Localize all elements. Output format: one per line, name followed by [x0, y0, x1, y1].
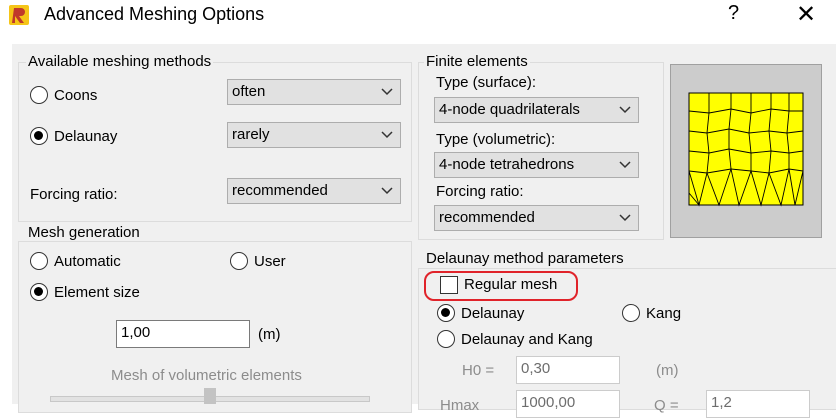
delaunay-params-legend: Delaunay method parameters [424, 250, 626, 267]
q-label: Q = [654, 397, 679, 414]
surface-type-select[interactable]: 4-node quadrilaterals [434, 97, 639, 123]
automatic-radio[interactable] [30, 252, 48, 270]
volumetric-type-value: 4-node tetrahedrons [439, 156, 575, 173]
help-button[interactable]: ? [728, 2, 739, 25]
q-input[interactable]: 1,2 [706, 390, 810, 418]
dp-delaunay-radio[interactable] [437, 304, 455, 322]
kang-label: Kang [646, 305, 682, 322]
fe-forcing-ratio-select[interactable]: recommended [434, 205, 639, 231]
delaunay-label: Delaunay [54, 128, 118, 145]
delaunay-frequency-value: rarely [232, 126, 270, 143]
delaunay-frequency-select[interactable]: rarely [227, 122, 401, 148]
h0-input[interactable]: 0,30 [516, 356, 620, 384]
coons-label: Coons [54, 87, 98, 104]
mesh-generation-legend: Mesh generation [26, 224, 142, 241]
close-button[interactable]: ✕ [796, 0, 816, 29]
forcing-ratio-value: recommended [232, 182, 328, 199]
element-size-label: Element size [54, 284, 140, 301]
surface-type-label: Type (surface): [436, 74, 537, 91]
volumetric-mesh-label: Mesh of volumetric elements [111, 367, 302, 384]
coons-frequency-select[interactable]: often [227, 79, 401, 105]
coons-frequency-value: often [232, 83, 266, 100]
element-size-unit: (m) [258, 326, 281, 343]
hmax-label: Hmax [440, 397, 480, 414]
coons-radio[interactable] [30, 86, 48, 104]
element-size-input[interactable]: 1,00 [116, 320, 250, 348]
h0-label: H0 = [462, 362, 495, 379]
slider-thumb[interactable] [204, 388, 216, 404]
delaunay-radio[interactable] [30, 127, 48, 145]
delaunay-and-kang-radio[interactable] [437, 330, 455, 348]
volumetric-type-label: Type (volumetric): [436, 131, 556, 148]
hmax-input[interactable]: 1000,00 [516, 390, 620, 418]
window-title: Advanced Meshing Options [44, 4, 265, 24]
fe-forcing-ratio-label: Forcing ratio: [436, 183, 524, 200]
kang-radio[interactable] [622, 304, 640, 322]
h0-unit: (m) [656, 362, 679, 379]
forcing-ratio-label: Forcing ratio: [30, 186, 118, 203]
automatic-label: Automatic [54, 253, 121, 270]
surface-type-value: 4-node quadrilaterals [439, 101, 580, 118]
volumetric-type-select[interactable]: 4-node tetrahedrons [434, 152, 639, 178]
app-logo-icon [8, 4, 30, 26]
regular-mesh-checkbox[interactable] [440, 276, 458, 294]
finite-elements-legend: Finite elements [424, 53, 530, 70]
element-size-radio[interactable] [30, 283, 48, 301]
chevron-down-icon [619, 106, 631, 114]
user-label: User [254, 253, 286, 270]
mesh-preview [670, 64, 822, 238]
fe-forcing-ratio-value: recommended [439, 209, 535, 226]
user-radio[interactable] [230, 252, 248, 270]
mesh-preview-image [671, 65, 821, 237]
dp-delaunay-label: Delaunay [461, 305, 525, 322]
delaunay-and-kang-label: Delaunay and Kang [461, 331, 593, 348]
meshing-methods-legend: Available meshing methods [26, 53, 214, 70]
chevron-down-icon [381, 187, 393, 195]
forcing-ratio-select[interactable]: recommended [227, 178, 401, 204]
chevron-down-icon [381, 88, 393, 96]
regular-mesh-label: Regular mesh [464, 276, 558, 293]
chevron-down-icon [381, 131, 393, 139]
chevron-down-icon [619, 161, 631, 169]
chevron-down-icon [619, 214, 631, 222]
